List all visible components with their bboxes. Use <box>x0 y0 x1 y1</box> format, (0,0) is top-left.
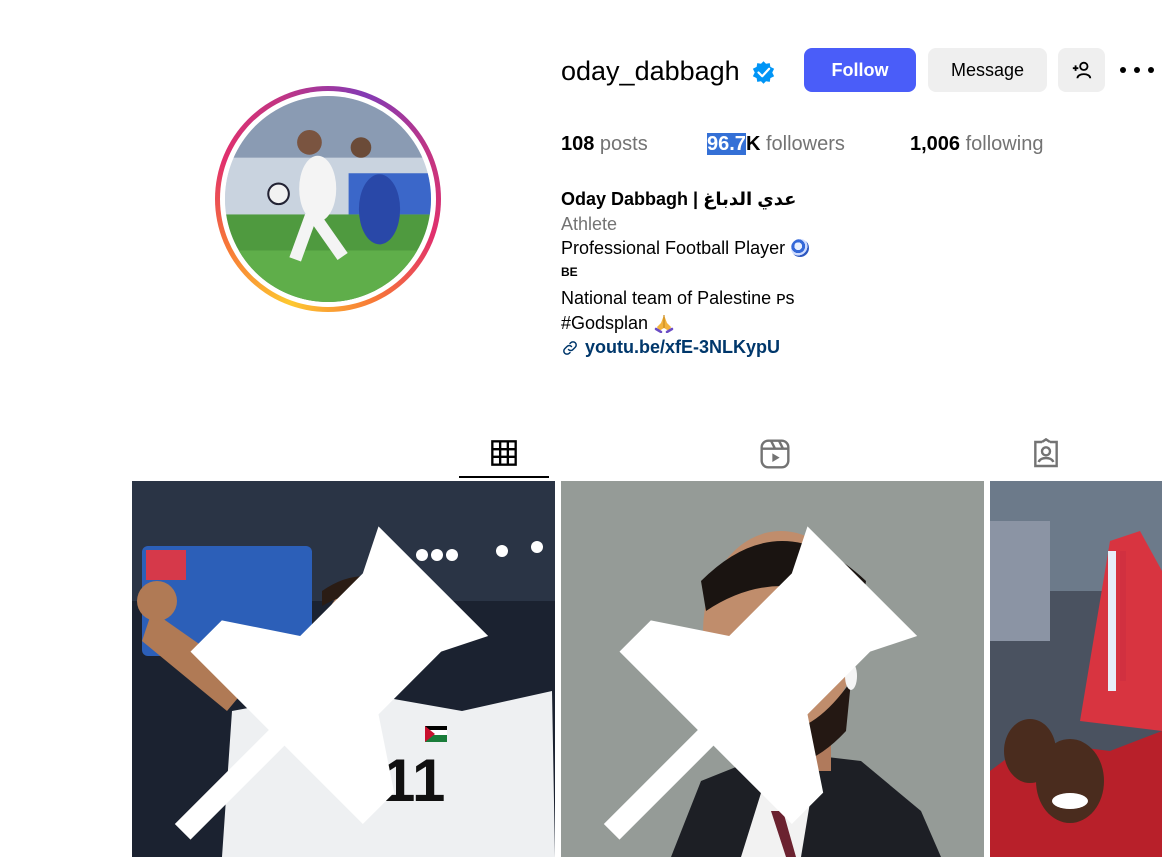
post-thumbnail[interactable] <box>561 481 984 857</box>
tab-posts[interactable] <box>459 430 549 478</box>
pin-icon <box>603 526 918 840</box>
profile-username: oday_dabbagh <box>561 56 740 86</box>
bio-line: #Godsplan <box>561 313 675 334</box>
post-thumbnail[interactable]: 11 <box>132 481 555 857</box>
reels-icon <box>760 439 790 469</box>
following-link[interactable]: 1,006 following <box>910 133 1043 156</box>
avatar-border <box>220 91 436 307</box>
bio-external-link[interactable]: youtu.be/xfE-3NLKypU <box>561 337 780 358</box>
link-text: youtu.be/xfE-3NLKypU <box>585 337 781 357</box>
bio-hashtag[interactable]: #Godsplan <box>561 313 648 333</box>
post-thumbnail[interactable] <box>990 481 1162 857</box>
following-number: 1,006 <box>910 133 961 155</box>
bio-text: Professional Football Player <box>561 238 786 258</box>
add-person-icon <box>1072 61 1091 79</box>
verified-badge-icon <box>752 61 775 84</box>
posts-count: 108 posts <box>561 133 648 156</box>
grid-icon <box>491 440 517 466</box>
praying-hands-icon <box>654 315 674 333</box>
link-icon <box>563 340 577 355</box>
followers-link[interactable]: 96.7K followers <box>707 133 845 156</box>
followers-number-selected: 96.7 <box>707 133 746 155</box>
post-image <box>990 481 1162 857</box>
profile-full-name: Oday Dabbagh | عدي الدباغ <box>561 189 797 209</box>
profile-avatar[interactable] <box>215 86 441 312</box>
posts-number: 108 <box>561 133 595 155</box>
more-options-icon[interactable] <box>1120 58 1154 82</box>
suggested-users-button[interactable] <box>1058 48 1105 92</box>
followers-number-suffix: K <box>745 133 761 155</box>
soccer-ball-icon <box>791 239 810 257</box>
follow-button[interactable]: Follow <box>804 48 916 92</box>
tab-reels[interactable] <box>730 430 820 478</box>
following-label: following <box>960 133 1044 155</box>
profile-category: Athlete <box>561 214 618 234</box>
tagged-icon <box>1034 438 1058 468</box>
message-button[interactable]: Message <box>928 48 1047 92</box>
bio-text: National team of Palestine ᴘs <box>561 288 795 308</box>
pin-icon <box>174 526 489 840</box>
bio-line: Professional Football Player <box>561 238 810 259</box>
avatar-photo <box>225 96 431 302</box>
followers-label: followers <box>760 133 845 155</box>
posts-label: posts <box>594 133 648 155</box>
bio-text: BE <box>561 265 578 279</box>
tab-tagged[interactable] <box>1001 430 1091 478</box>
